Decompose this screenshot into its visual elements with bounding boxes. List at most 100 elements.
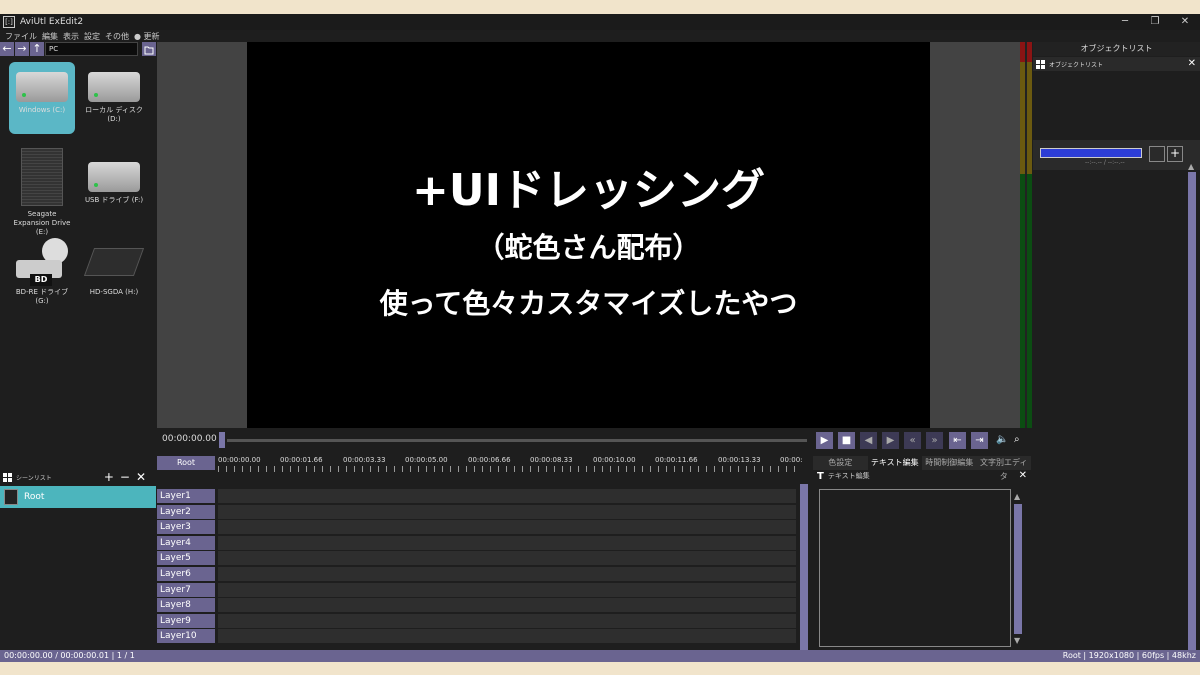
drive-label: HD-SGDA (H:) bbox=[89, 288, 139, 296]
layer-label[interactable]: Layer6 bbox=[157, 567, 215, 581]
drive-label: ローカル ディスク (D:) bbox=[85, 106, 143, 123]
menu-bar: ファイル 編集 表示 設定 その他 ● 更新 bbox=[0, 30, 160, 42]
close-icon[interactable]: ✕ bbox=[1188, 58, 1196, 69]
add-icon[interactable]: + bbox=[1167, 146, 1183, 162]
scene-list-header: シーンリスト +−✕ bbox=[0, 470, 156, 484]
layer-label[interactable]: Layer5 bbox=[157, 551, 215, 566]
folder-icon[interactable] bbox=[142, 42, 156, 56]
scroll-down-icon[interactable]: ▼ bbox=[1014, 636, 1020, 645]
maximize-button[interactable]: ❐ bbox=[1140, 14, 1170, 30]
layer-track[interactable] bbox=[218, 582, 796, 597]
remove-scene-icon[interactable]: − bbox=[120, 470, 136, 484]
volume-icon[interactable]: 🔈 bbox=[996, 434, 1008, 445]
root-button[interactable]: Root bbox=[157, 456, 215, 470]
preview-canvas[interactable]: +UIドレッシング （蛇色さん配布） 使って色々カスタマイズしたやつ bbox=[247, 42, 930, 428]
tab-char-editor[interactable]: 文字別エディタ bbox=[976, 456, 1031, 481]
rewind-icon[interactable]: « bbox=[904, 432, 921, 449]
forward-icon[interactable]: → bbox=[15, 42, 29, 56]
title-bar: [:] AviUtl ExEdit2 ─ ❐ ✕ bbox=[0, 14, 1200, 30]
ruler-label: 00:00:13.33 bbox=[718, 456, 761, 464]
tab-time-control[interactable]: 時間制御編集 bbox=[922, 456, 977, 470]
seek-handle[interactable] bbox=[219, 432, 225, 448]
external-drive-icon bbox=[21, 148, 63, 206]
text-icon: T bbox=[817, 470, 824, 482]
scene-item-root[interactable]: Root bbox=[0, 486, 156, 508]
seek-bar[interactable] bbox=[227, 439, 807, 442]
drive-label: USB ドライブ (F:) bbox=[84, 196, 144, 204]
drive-f[interactable]: USB ドライブ (F:) bbox=[81, 148, 147, 205]
tab-color-settings[interactable]: 色設定 bbox=[813, 456, 868, 470]
layer-track[interactable] bbox=[218, 489, 796, 503]
layer-track[interactable] bbox=[218, 613, 796, 628]
layer-label[interactable]: Layer8 bbox=[157, 598, 215, 613]
layer-track[interactable] bbox=[218, 567, 796, 581]
prev-frame-icon[interactable]: ◀ bbox=[860, 432, 877, 449]
layer-track[interactable] bbox=[218, 504, 796, 519]
tab-text-edit[interactable]: テキスト編集 bbox=[867, 456, 922, 470]
layer-track[interactable] bbox=[218, 535, 796, 550]
layer-track[interactable] bbox=[218, 551, 796, 566]
drive-label: Windows (C:) bbox=[18, 106, 66, 114]
menu-settings[interactable]: 設定 bbox=[84, 31, 100, 42]
drive-c[interactable]: Windows (C:) bbox=[9, 62, 75, 134]
menu-update[interactable]: ● 更新 bbox=[134, 31, 160, 42]
text-edit-area[interactable] bbox=[819, 489, 1011, 647]
drive-g[interactable]: BD BD-RE ドライブ (G:) bbox=[9, 234, 75, 306]
ruler-label: 00:00:11.66 bbox=[655, 456, 698, 464]
menu-edit[interactable]: 編集 bbox=[42, 31, 58, 42]
bd-tag: BD bbox=[30, 274, 52, 286]
object-list-scrollbar[interactable] bbox=[1188, 172, 1196, 652]
close-button[interactable]: ✕ bbox=[1170, 14, 1200, 30]
timeline-vertical-scrollbar[interactable] bbox=[800, 484, 808, 650]
fast-forward-icon[interactable]: » bbox=[926, 432, 943, 449]
play-icon[interactable]: ▶ bbox=[816, 432, 833, 449]
layer-track[interactable] bbox=[218, 520, 796, 535]
scene-item-label: Root bbox=[24, 492, 45, 502]
layer-label[interactable]: Layer1 bbox=[157, 489, 215, 503]
next-frame-icon[interactable]: ▶ bbox=[882, 432, 899, 449]
drive-h[interactable]: HD-SGDA (H:) bbox=[81, 234, 147, 297]
ruler-ticks bbox=[218, 466, 798, 472]
path-input[interactable]: PC bbox=[45, 42, 138, 56]
text-panel-scrollbar[interactable] bbox=[1014, 504, 1022, 634]
close-icon[interactable]: ✕ bbox=[136, 470, 152, 484]
go-start-icon[interactable]: ⇤ bbox=[949, 432, 966, 449]
hdd-windows-icon bbox=[16, 72, 68, 102]
layer-label[interactable]: Layer9 bbox=[157, 613, 215, 628]
drive-d[interactable]: ローカル ディスク (D:) bbox=[81, 62, 147, 124]
menu-view[interactable]: 表示 bbox=[63, 31, 79, 42]
layer-label[interactable]: Layer2 bbox=[157, 504, 215, 519]
close-icon[interactable]: ✕ bbox=[1019, 470, 1027, 481]
go-end-icon[interactable]: ⇥ bbox=[971, 432, 988, 449]
drive-e[interactable]: Seagate Expansion Drive (E:) bbox=[9, 148, 75, 237]
text-panel-header: T テキスト編集 ✕ bbox=[813, 470, 1031, 482]
back-icon[interactable]: ← bbox=[0, 42, 14, 56]
object-progress-bar[interactable] bbox=[1040, 148, 1142, 158]
layer-label[interactable]: Layer3 bbox=[157, 520, 215, 535]
stop-icon[interactable]: ■ bbox=[838, 432, 855, 449]
layer-label[interactable]: Layer7 bbox=[157, 582, 215, 597]
add-scene-icon[interactable]: + bbox=[104, 470, 120, 484]
scroll-up-icon[interactable]: ▲ bbox=[1014, 492, 1020, 501]
audio-meter bbox=[1020, 42, 1032, 428]
up-icon[interactable]: ↑ bbox=[30, 42, 44, 56]
drive-label: Seagate Expansion Drive (E:) bbox=[13, 210, 71, 236]
hdd-icon bbox=[88, 162, 140, 192]
preview-line-3: 使って色々カスタマイズしたやつ bbox=[379, 287, 798, 320]
layer-track[interactable] bbox=[218, 598, 796, 613]
transport-bar: 00:00:00.00 ▶ ■ ◀ ▶ « » ⇤ ⇥ 🔈 ⌕ bbox=[157, 428, 1032, 452]
menu-other[interactable]: その他 bbox=[105, 31, 129, 42]
layer-track[interactable] bbox=[218, 629, 796, 644]
minimize-button[interactable]: ─ bbox=[1110, 14, 1140, 30]
layer-label[interactable]: Layer10 bbox=[157, 629, 215, 644]
object-list-panel: オブジェクトリスト オブジェクトリスト ✕ + --:--.-- / --:--… bbox=[1033, 42, 1200, 654]
film-icon bbox=[4, 489, 18, 505]
grid-icon bbox=[3, 472, 12, 482]
ruler-label: 00:00:03.33 bbox=[343, 456, 386, 464]
scroll-up-icon[interactable]: ▲ bbox=[1188, 162, 1194, 171]
list-view-icon[interactable] bbox=[1149, 146, 1165, 162]
zoom-icon[interactable]: ⌕ bbox=[1014, 434, 1020, 445]
ruler-label: 00:00:05.00 bbox=[405, 456, 448, 464]
layer-label[interactable]: Layer4 bbox=[157, 535, 215, 550]
menu-file[interactable]: ファイル bbox=[5, 31, 37, 42]
